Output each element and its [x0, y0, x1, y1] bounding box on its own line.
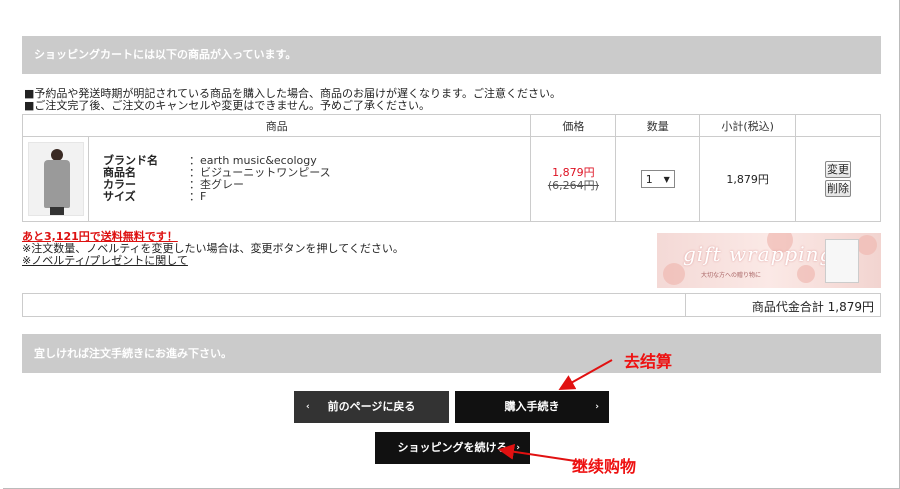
continue-annotation: 继续购物	[572, 457, 637, 476]
annotation-arrows	[498, 359, 613, 463]
checkout-annotation: 去结算	[624, 352, 673, 371]
